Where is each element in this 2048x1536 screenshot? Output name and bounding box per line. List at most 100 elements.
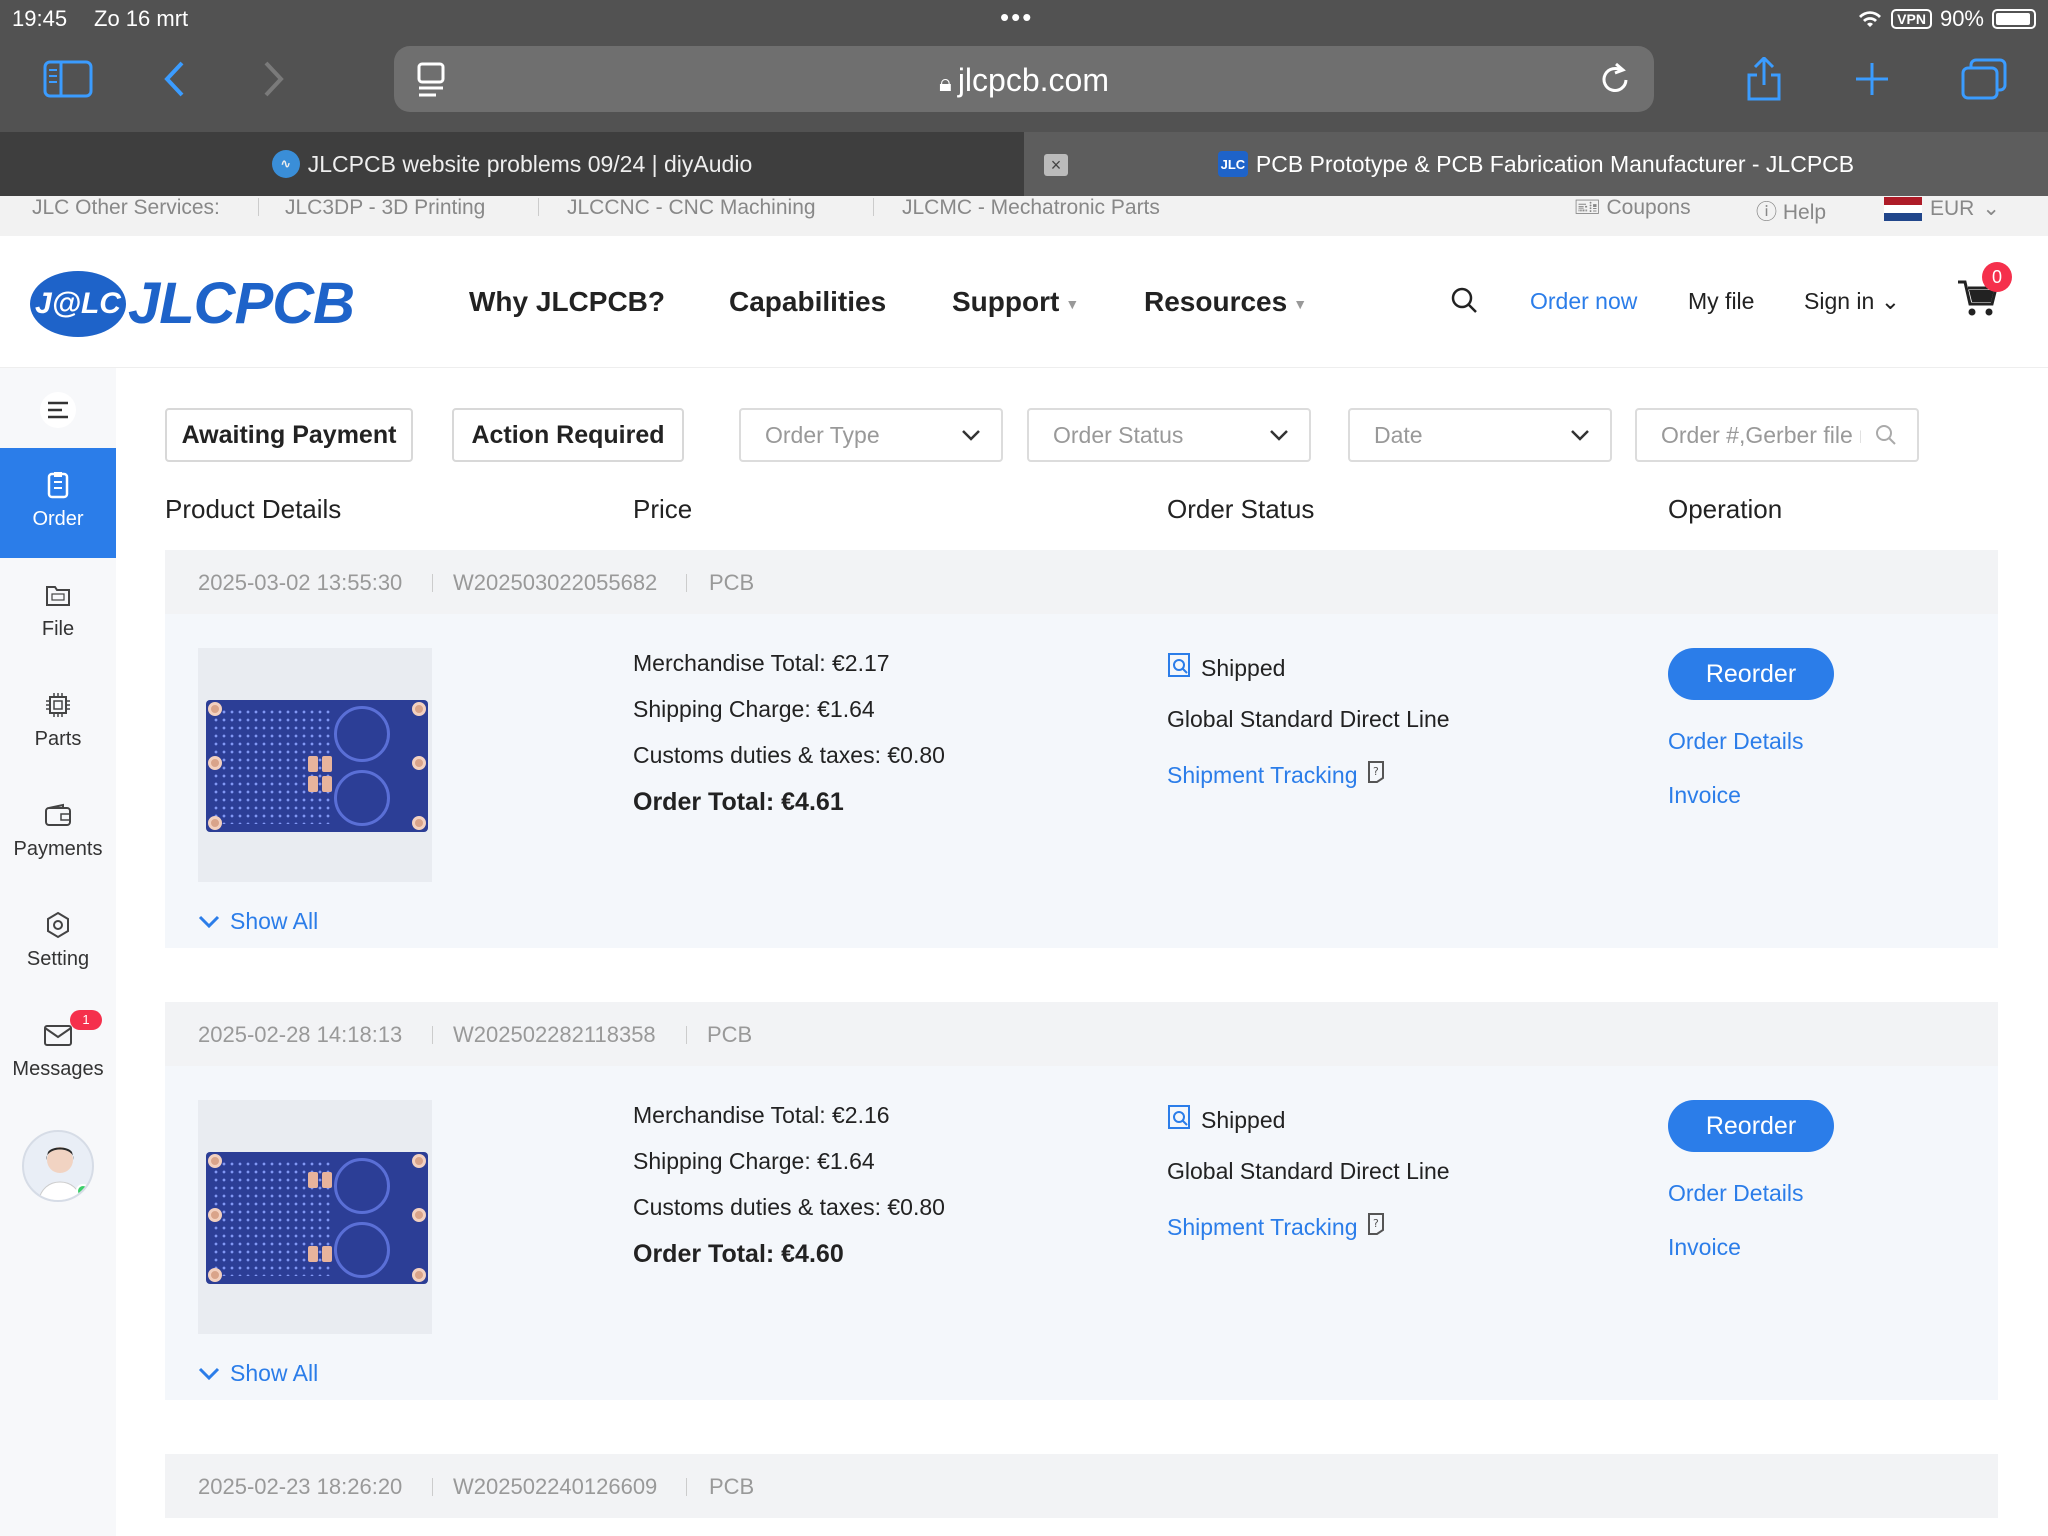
sidebar-item-label: Parts [34, 728, 82, 750]
currency-select[interactable]: EUR ⌄ [1884, 196, 2000, 221]
chevron-down-icon [1269, 424, 1289, 452]
tab-overview-icon[interactable] [1960, 56, 2008, 102]
sidebar-toggle-icon[interactable] [40, 56, 96, 102]
order-number[interactable]: W202502282118358 [453, 1022, 656, 1048]
tracking-help-icon[interactable]: ? [1365, 760, 1387, 790]
multitask-dots-icon[interactable]: ••• [1000, 2, 1033, 33]
url-text[interactable]: 🔒︎ jlcpcb.com [394, 62, 1654, 99]
battery-percent: 90% [1939, 6, 1984, 31]
pcb-thumbnail[interactable] [198, 1100, 432, 1334]
new-tab-icon[interactable] [1852, 56, 1892, 102]
divider [258, 198, 259, 216]
coupons-link[interactable]: 🎫︎ Coupons [1574, 196, 1691, 220]
column-product-details: Product Details [165, 494, 342, 524]
wallet-icon [43, 800, 73, 830]
search-icon[interactable] [1875, 424, 1897, 452]
order-type: PCB [709, 1474, 755, 1499]
sidebar-item-parts[interactable]: Parts [0, 668, 116, 778]
order-icon [43, 470, 73, 500]
address-bar[interactable]: 🔒︎ jlcpcb.com [394, 46, 1654, 112]
nav-support-label: Support [952, 286, 1060, 317]
my-file-link[interactable]: My file [1688, 288, 1754, 315]
order-number[interactable]: W202503022055682 [453, 570, 657, 596]
pcb-thumbnail[interactable] [198, 648, 432, 882]
forward-icon[interactable] [256, 56, 292, 102]
nav-resources[interactable]: Resources ▼ [1144, 286, 1307, 318]
order-header: 2025-02-23 18:26:20 W202502240126609 PCB [165, 1454, 1998, 1518]
reorder-button[interactable]: Reorder [1668, 648, 1834, 700]
order-status-select[interactable]: Order Status [1027, 408, 1311, 462]
tracking-help-icon[interactable]: ? [1365, 1212, 1387, 1242]
shipment-tracking-link[interactable]: Shipment Tracking ? [1167, 1212, 1387, 1242]
sidebar-item-order[interactable]: Order [0, 448, 116, 558]
tab-diyaudio[interactable]: ∿ JLCPCB website problems 09/24 | diyAud… [0, 132, 1024, 196]
service-mc-link[interactable]: JLCMC - Mechatronic Parts [902, 196, 1160, 220]
invoice-link[interactable]: Invoice [1668, 782, 1741, 809]
divider [432, 1026, 433, 1044]
order-header: 2025-02-28 14:18:13 W202502282118358 PCB [165, 1002, 1998, 1066]
nav-capabilities[interactable]: Capabilities [729, 286, 886, 318]
support-agent-avatar[interactable] [22, 1130, 94, 1202]
order-search-input[interactable]: Order #,Gerber file name [1635, 408, 1919, 462]
nav-support[interactable]: Support ▼ [952, 286, 1079, 318]
status-time: 19:45 [12, 6, 68, 31]
service-3dp-link[interactable]: JLC3DP - 3D Printing [285, 196, 485, 220]
show-all-link[interactable]: Show All [198, 908, 318, 935]
share-icon[interactable] [1742, 56, 1786, 102]
awaiting-payment-button[interactable]: Awaiting Payment [165, 408, 413, 462]
search-placeholder: Order #,Gerber file name [1661, 421, 1861, 448]
logo-badge: J@LC [30, 270, 126, 337]
order-type-select[interactable]: Order Type [739, 408, 1003, 462]
reload-icon[interactable] [1598, 60, 1632, 101]
help-link[interactable]: ⓘ Help [1756, 196, 1826, 226]
show-all-link[interactable]: Show All [198, 1360, 318, 1387]
back-icon[interactable] [156, 56, 192, 102]
sidebar-item-messages[interactable]: Messages 1 [0, 998, 116, 1108]
gear-icon [43, 910, 73, 940]
chevron-down-icon [961, 424, 981, 452]
sign-in-menu[interactable]: Sign in ⌄ [1804, 288, 1900, 315]
chevron-down-icon: ⌄ [1880, 288, 1900, 314]
services-label: JLC Other Services: [32, 196, 220, 219]
search-icon[interactable] [1450, 286, 1478, 320]
chip-icon [43, 690, 73, 720]
tab-jlcpcb[interactable]: JLC PCB Prototype & PCB Fabrication Manu… [1024, 132, 2048, 196]
divider [432, 574, 433, 592]
file-icon [43, 580, 73, 610]
chevron-down-icon [198, 908, 220, 935]
order-number[interactable]: W202502240126609 [453, 1474, 657, 1500]
order-now-link[interactable]: Order now [1530, 288, 1637, 315]
collapse-sidebar-button[interactable] [40, 392, 76, 428]
tab-close-icon[interactable]: × [1044, 154, 1068, 176]
order-total: Order Total: €4.60 [633, 1240, 844, 1268]
sidebar-item-setting[interactable]: Setting [0, 888, 116, 998]
order-datetime: 2025-03-02 13:55:30 [198, 570, 403, 595]
jlc-favicon-icon: JLC [1217, 151, 1248, 177]
services-bar: JLC Other Services: JLC3DP - 3D Printing… [0, 196, 2048, 236]
reorder-button[interactable]: Reorder [1668, 1100, 1834, 1152]
cart-count-badge: 0 [1982, 262, 2012, 292]
sign-in-label: Sign in [1804, 288, 1875, 314]
sidebar-item-file[interactable]: File [0, 558, 116, 668]
status-text: Shipped [1201, 1106, 1286, 1133]
date-select[interactable]: Date [1348, 408, 1612, 462]
shipment-tracking-link[interactable]: Shipment Tracking ? [1167, 760, 1387, 790]
divider [686, 574, 687, 592]
order-details-link[interactable]: Order Details [1668, 1180, 1803, 1207]
order-datetime: 2025-02-23 18:26:20 [198, 1474, 403, 1499]
shipped-icon [1167, 1104, 1191, 1136]
order-details-link[interactable]: Order Details [1668, 728, 1803, 755]
action-required-button[interactable]: Action Required [452, 408, 684, 462]
svg-text:?: ? [1373, 765, 1379, 778]
column-order-status: Order Status [1167, 494, 1315, 524]
invoice-link[interactable]: Invoice [1668, 1234, 1741, 1261]
site-header: J@LC JLCPCB Why JLCPCB? Capabilities Sup… [0, 236, 2048, 368]
browser-chrome: 19:45 Zo 16 mrt ••• VPN 90% 🔒︎ jlcpcb.com [0, 0, 2048, 132]
nav-why-jlcpcb[interactable]: Why JLCPCB? [469, 286, 665, 318]
nav-resources-label: Resources [1144, 286, 1288, 317]
sidebar-item-payments[interactable]: Payments [0, 778, 116, 888]
service-cnc-link[interactable]: JLCCNC - CNC Machining [567, 196, 816, 220]
order-type: PCB [709, 570, 755, 595]
column-price: Price [633, 494, 693, 524]
jlcpcb-logo[interactable]: J@LC JLCPCB [30, 270, 355, 337]
